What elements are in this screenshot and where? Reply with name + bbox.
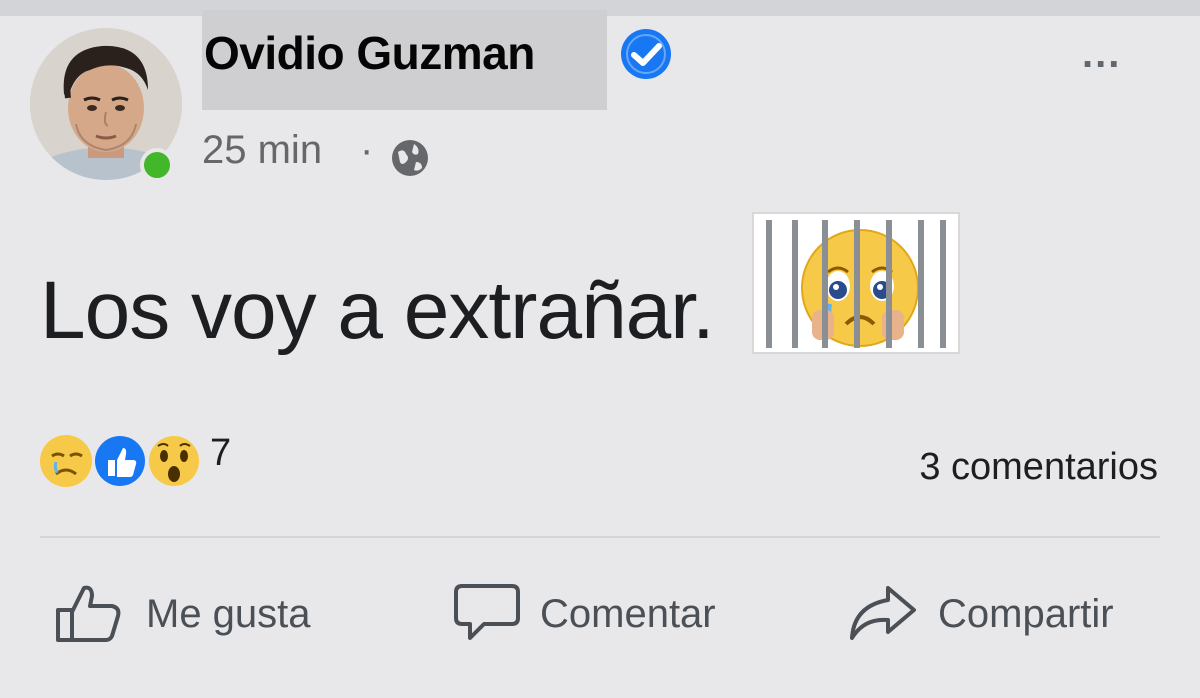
online-status-dot [140,148,174,182]
reactions-count[interactable]: 7 [210,432,231,475]
more-options-button[interactable]: ... [1082,34,1121,74]
verified-badge-icon [621,29,671,79]
author-name[interactable]: Ovidio Guzman [204,26,535,80]
post-time[interactable]: 25 min [202,128,322,173]
post-text: Los voy a extrañar. [40,265,715,356]
comments-count-link[interactable]: 3 comentarios [919,446,1158,489]
comment-button[interactable]: Comentar [452,580,762,650]
actions-divider [40,536,1160,538]
share-button[interactable]: Compartir [846,580,1166,650]
sad-face-reaction-icon [40,435,92,487]
like-reaction-icon [92,433,148,489]
jailed-crying-emoji [752,212,960,354]
comment-bubble-icon [454,584,520,640]
globe-icon [392,140,428,176]
thumbs-up-icon [56,585,121,642]
time-separator: · [360,128,374,172]
like-button[interactable]: Me gusta [52,580,352,650]
comment-button-label: Comentar [540,592,716,636]
like-button-label: Me gusta [146,592,311,636]
wow-reaction-icon [146,433,202,489]
share-arrow-icon [850,586,916,640]
share-button-label: Compartir [938,592,1114,636]
